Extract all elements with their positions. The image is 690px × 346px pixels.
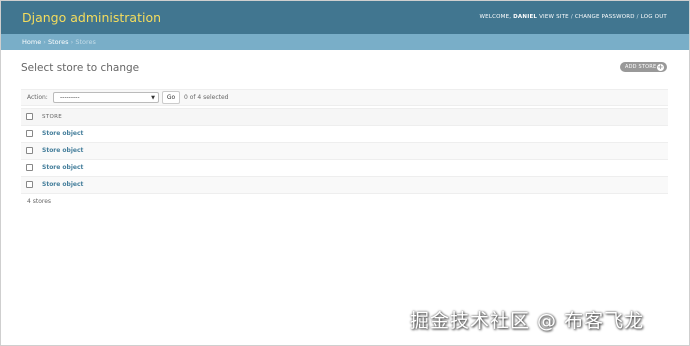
table-row: Store object: [21, 126, 668, 143]
table-row: Store object: [21, 177, 668, 194]
selection-counter: 0 of 4 selected: [184, 94, 229, 101]
store-link[interactable]: Store object: [42, 147, 83, 154]
breadcrumb-separator: ›: [70, 38, 74, 46]
plus-icon: +: [657, 62, 664, 71]
breadcrumb-stores-app[interactable]: Stores: [48, 38, 69, 46]
change-password-link[interactable]: CHANGE PASSWORD: [575, 14, 635, 20]
action-label: Action:: [27, 94, 48, 101]
store-link[interactable]: Store object: [42, 181, 83, 188]
username: DANIEL: [513, 14, 538, 20]
view-site-link[interactable]: VIEW SITE: [539, 14, 569, 20]
page-title: Select store to change: [21, 62, 140, 74]
actions-bar: Action: --------- ▼ Go 0 of 4 selected: [21, 89, 668, 106]
table-header: STORE: [21, 108, 668, 126]
breadcrumb: Home › Stores › Stores: [1, 34, 689, 50]
log-out-link[interactable]: LOG OUT: [641, 14, 667, 20]
row-checkbox[interactable]: [26, 130, 33, 137]
column-header-store[interactable]: STORE: [42, 114, 62, 120]
table-row: Store object: [21, 143, 668, 160]
breadcrumb-home[interactable]: Home: [22, 38, 41, 46]
store-link[interactable]: Store object: [42, 130, 83, 137]
breadcrumb-separator: ›: [43, 38, 46, 46]
store-link[interactable]: Store object: [42, 164, 83, 171]
add-store-button[interactable]: ADD STORE +: [620, 62, 667, 72]
welcome-label: WELCOME,: [479, 14, 512, 20]
action-select-value: ---------: [60, 94, 80, 101]
breadcrumb-current: Stores: [75, 38, 96, 46]
separator: /: [636, 14, 639, 20]
table-row: Store object: [21, 160, 668, 177]
result-list: STORE Store object Store object Store ob…: [21, 108, 668, 194]
separator: /: [570, 14, 573, 20]
action-select[interactable]: --------- ▼: [53, 92, 159, 103]
user-tools: WELCOME, DANIEL VIEW SITE / CHANGE PASSW…: [480, 14, 668, 20]
chevron-down-icon: ▼: [151, 94, 155, 101]
add-store-label: ADD STORE: [625, 64, 657, 70]
go-button[interactable]: Go: [162, 91, 180, 104]
watermark: 掘金技术社区 @ 布客飞龙: [410, 310, 645, 332]
row-checkbox[interactable]: [26, 181, 33, 188]
admin-header: Django administration WELCOME, DANIEL VI…: [1, 1, 689, 34]
select-all-checkbox[interactable]: [26, 113, 33, 120]
paginator: 4 stores: [27, 198, 52, 205]
row-checkbox[interactable]: [26, 147, 33, 154]
site-brand[interactable]: Django administration: [22, 10, 161, 25]
row-checkbox[interactable]: [26, 164, 33, 171]
